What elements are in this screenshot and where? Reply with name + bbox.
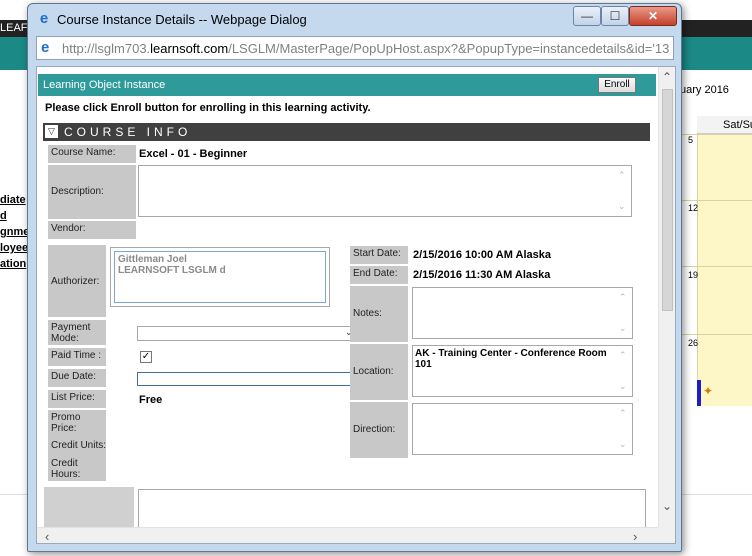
start-date-label: Start Date: (350, 246, 408, 264)
background-link[interactable]: d (0, 208, 29, 224)
direction-label: Direction: (350, 402, 408, 458)
scrollbar-corner (658, 527, 675, 543)
address-url: http://lsglm703.learnsoft.com/LSGLM/Mast… (62, 41, 670, 56)
address-bar[interactable]: e http://lsglm703.learnsoft.com/LSGLM/Ma… (36, 36, 674, 60)
calendar-month: uary 2016 (680, 84, 729, 96)
url-domain: learnsoft.com (150, 41, 229, 56)
background-link[interactable]: diate (0, 192, 29, 208)
background-side-links: diate d gnme loyee ation (0, 192, 29, 272)
authorizer-entry[interactable]: Gittleman Joel (118, 254, 187, 265)
scroll-down-icon[interactable]: ⌄ (618, 201, 626, 212)
enroll-button[interactable]: Enroll (598, 77, 636, 93)
background-link[interactable]: loyee (0, 240, 29, 256)
description-field[interactable]: ⌃ ⌄ (138, 165, 632, 217)
credit-hours-label: Credit Hours: (48, 456, 106, 481)
dialog-content: Learning Object Instance Enroll Please c… (36, 66, 676, 544)
paid-time-checkbox[interactable]: ✓ (140, 351, 152, 363)
calendar-row-line (682, 334, 752, 335)
bottom-text-field[interactable] (138, 489, 646, 529)
due-date-input[interactable] (137, 372, 357, 386)
direction-field[interactable]: ⌃ ⌄ (412, 403, 633, 455)
learning-object-header: Learning Object Instance Enroll (38, 74, 656, 96)
vertical-scrollbar[interactable]: ⌃ ⌄ (658, 67, 675, 527)
calendar-column (697, 134, 752, 406)
url-suffix: /LSGLM/MasterPage/PopUpHost.aspx?&PopupT… (228, 41, 670, 56)
close-button[interactable]: ✕ (629, 6, 677, 26)
dialog-title-bar[interactable]: e Course Instance Details -- Webpage Dia… (28, 4, 681, 34)
bottom-row-label (44, 487, 134, 527)
payment-mode-label: Payment Mode: (48, 320, 106, 345)
page-icon: e (41, 39, 50, 56)
location-field[interactable]: AK - Training Center - Conference Room 1… (412, 345, 633, 397)
scroll-up-icon[interactable]: ⌃ (662, 70, 672, 84)
location-scrollbar[interactable]: ⌃ ⌄ (618, 348, 630, 394)
direction-scrollbar[interactable]: ⌃ ⌄ (618, 406, 630, 452)
scroll-down-icon[interactable]: ⌄ (619, 381, 627, 392)
calendar-week-number: 26 (688, 338, 699, 348)
payment-mode-select[interactable]: ⌄ (137, 326, 357, 341)
authorizer-list[interactable]: Gittleman Joel LEARNSOFT LSGLM d (110, 247, 330, 307)
background-link[interactable]: gnme (0, 224, 29, 240)
calendar-week-number: 5 (688, 135, 694, 145)
calendar-row-line (682, 266, 752, 267)
calendar-day-header: Sat/Su (697, 116, 752, 134)
background-header-text: LEAF (0, 22, 28, 34)
authorizer-list-inner: Gittleman Joel LEARNSOFT LSGLM d (114, 251, 326, 303)
section-title: COURSE INFO (64, 125, 192, 139)
start-date-value: 2/15/2016 10:00 AM Alaska (413, 249, 551, 261)
end-date-label: End Date: (350, 266, 408, 284)
end-date-value: 2/15/2016 11:30 AM Alaska (413, 269, 551, 281)
scroll-up-icon[interactable]: ⌃ (618, 170, 626, 181)
scroll-up-icon[interactable]: ⌃ (619, 292, 627, 303)
location-label: Location: (350, 344, 408, 400)
authorizer-label: Authorizer: (48, 245, 106, 317)
course-instance-dialog: e Course Instance Details -- Webpage Dia… (27, 3, 682, 552)
collapse-toggle-icon[interactable]: ▽ (45, 125, 58, 138)
calendar-event-icon[interactable]: ✦ (703, 384, 713, 398)
location-value: AK - Training Center - Conference Room 1… (415, 348, 607, 370)
promo-price-label: Promo Price: (48, 410, 106, 434)
calendar-event-marker[interactable] (697, 380, 701, 406)
due-date-label: Due Date: (48, 369, 106, 387)
maximize-button[interactable]: ☐ (601, 6, 629, 26)
notes-field[interactable]: ⌃ ⌄ (412, 287, 633, 339)
calendar-week-number: 12 (688, 203, 699, 213)
calendar-day-label: Sat/Su (723, 119, 752, 131)
vertical-scroll-thumb[interactable] (662, 89, 673, 311)
dialog-title: Course Instance Details -- Webpage Dialo… (57, 12, 307, 27)
horizontal-scrollbar[interactable]: ‹ › (37, 527, 658, 543)
scroll-down-icon[interactable]: ⌄ (619, 439, 627, 450)
description-scrollbar[interactable]: ⌃ ⌄ (617, 168, 629, 214)
scroll-up-icon[interactable]: ⌃ (619, 408, 627, 419)
scroll-left-icon[interactable]: ‹ (45, 529, 49, 543)
calendar-week-number: 19 (688, 270, 699, 280)
url-prefix: http://lsglm703. (62, 41, 151, 56)
learning-object-title: Learning Object Instance (43, 79, 166, 91)
notes-label: Notes: (350, 286, 408, 342)
scroll-up-icon[interactable]: ⌃ (619, 350, 627, 361)
vendor-label: Vendor: (48, 221, 136, 239)
scroll-down-icon[interactable]: ⌄ (619, 323, 627, 334)
paid-time-label: Paid Time : (48, 348, 106, 366)
credit-units-label: Credit Units: (48, 434, 106, 456)
course-info-section-header[interactable]: ▽ COURSE INFO (43, 123, 650, 141)
ie-icon: e (39, 10, 49, 27)
scroll-down-icon[interactable]: ⌄ (662, 499, 672, 513)
minimize-button[interactable]: — (573, 6, 601, 26)
list-price-value: Free (139, 394, 163, 406)
description-label: Description: (48, 165, 136, 219)
list-price-label: List Price: (48, 390, 106, 408)
calendar-row-line (682, 200, 752, 201)
scroll-right-icon[interactable]: › (633, 529, 637, 543)
authorizer-entry[interactable]: LEARNSOFT LSGLM d (118, 265, 226, 276)
course-name-label: Course Name: (48, 145, 136, 163)
notes-scrollbar[interactable]: ⌃ ⌄ (618, 290, 630, 336)
background-link[interactable]: ation (0, 256, 29, 272)
enroll-instruction: Please click Enroll button for enrolling… (45, 102, 371, 114)
course-name-value: Excel - 01 - Beginner (139, 148, 248, 160)
